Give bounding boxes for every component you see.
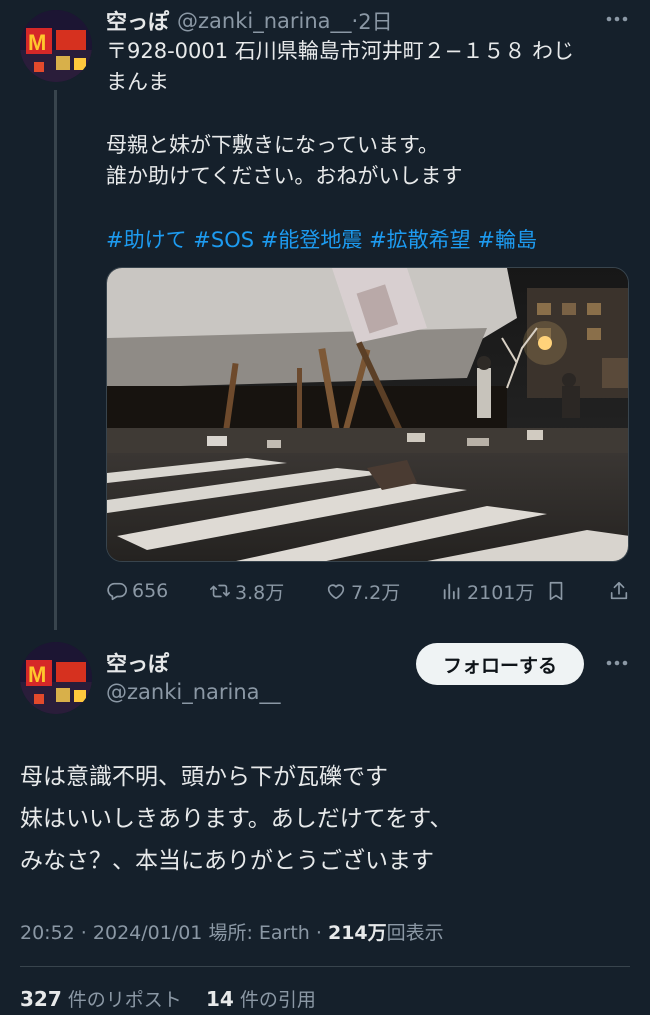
avatar[interactable]: M	[20, 642, 92, 714]
thread-line	[54, 90, 57, 630]
tweet-text-line: 母親と妹が下敷きになっています。	[106, 133, 439, 157]
tweet-time[interactable]: 20:52	[20, 922, 75, 944]
reposts-label: 件のリポスト	[67, 989, 182, 1011]
views-count: 2101万	[467, 581, 535, 604]
divider	[20, 966, 630, 967]
meta-separator: ·	[309, 922, 328, 944]
reposts-count: 327	[20, 987, 62, 1011]
bookmark-button[interactable]	[545, 580, 567, 602]
tweet-body: 母は意識不明、頭から下が瓦礫です 妹はいいしきあります。あしだけてをす、 みなさ…	[20, 756, 630, 882]
hashtag-link[interactable]: #SOS	[193, 228, 254, 252]
reply-button[interactable]: 656	[106, 580, 168, 602]
quotes-label: 件の引用	[239, 989, 316, 1011]
like-icon	[327, 584, 345, 600]
retweet-count: 3.8万	[235, 581, 285, 604]
share-icon	[610, 581, 628, 600]
like-count: 7.2万	[351, 581, 401, 604]
tweet-text-line: みなさ？、本当にありがとうございます	[20, 848, 434, 874]
tweet-text-line: まんま	[106, 70, 169, 94]
hashtag-link[interactable]: #能登地震	[261, 228, 363, 252]
like-button[interactable]: 7.2万	[325, 578, 400, 605]
tweet-stats: 327 件のリポスト 14 件の引用	[20, 985, 630, 1012]
reposts-link[interactable]: 327 件のリポスト	[20, 987, 182, 1011]
retweet-button[interactable]: 3.8万	[209, 578, 284, 605]
share-button[interactable]	[608, 580, 630, 602]
bookmark-icon	[549, 581, 563, 601]
tweet-location: 場所: Earth	[208, 922, 310, 944]
time-ago[interactable]: 2日	[358, 6, 392, 36]
display-name[interactable]: 空っぽ	[106, 6, 169, 36]
quotes-count: 14	[205, 987, 234, 1011]
tweet-text-line: 母は意識不明、頭から下が瓦礫です	[20, 764, 388, 790]
views-icon	[443, 583, 460, 600]
view-label: 回表示	[386, 922, 444, 944]
tweet-actions: 656 3.8万 7.2万 2101万	[106, 574, 630, 608]
tweet-meta: 20:52 · 2024/01/01 場所: Earth · 214万回表示	[20, 918, 630, 945]
meta-separator: ·	[74, 922, 93, 944]
display-name[interactable]: 空っぽ	[106, 648, 169, 678]
handle[interactable]: @zanki_narina__	[106, 680, 281, 704]
svg-text:M: M	[28, 662, 46, 687]
svg-text:M: M	[28, 30, 46, 55]
quotes-link[interactable]: 14 件の引用	[205, 987, 316, 1011]
separator: ·	[351, 9, 359, 33]
tweet-photo[interactable]	[106, 267, 629, 562]
tweet-text-line: 誰か助けてください。おねがいします	[106, 164, 463, 188]
views-button[interactable]: 2101万	[441, 578, 534, 605]
more-icon[interactable]	[600, 650, 630, 680]
tweet-text-line: 妹はいいしきあります。あしだけてをす、	[20, 806, 453, 832]
more-icon[interactable]	[600, 6, 630, 36]
hashtag-link[interactable]: #拡散希望	[369, 228, 471, 252]
view-count: 214万	[327, 922, 387, 944]
handle[interactable]: @zanki_narina__	[177, 9, 352, 33]
hashtag-link[interactable]: #輪島	[477, 228, 537, 252]
avatar[interactable]: M	[20, 10, 92, 82]
tweet-date[interactable]: 2024/01/01	[93, 922, 203, 944]
tweet-header: 空っぽ @zanki_narina__ · 2日	[106, 6, 626, 36]
reply-count: 656	[132, 580, 169, 602]
retweet-icon	[210, 584, 231, 598]
hashtags: #助けて #SOS #能登地震 #拡散希望 #輪島	[106, 225, 626, 256]
hashtag-link[interactable]: #助けて	[106, 228, 187, 252]
reply-icon	[107, 582, 127, 601]
follow-button[interactable]: フォローする	[416, 643, 584, 685]
tweet-body: 〒928-0001 石川県輪島市河井町２−１５８ わじ まんま 母親と妹が下敷き…	[106, 36, 626, 256]
tweet-text-line: 〒928-0001 石川県輪島市河井町２−１５８ わじ	[106, 39, 575, 63]
